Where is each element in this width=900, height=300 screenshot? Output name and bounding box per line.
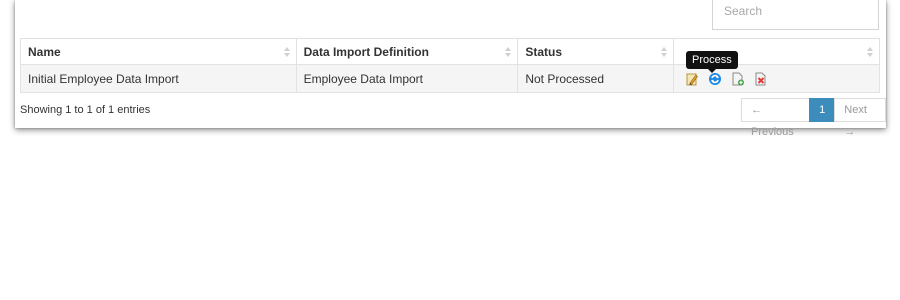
table-panel: Search Name Data Import Definition Statu… [15, 0, 886, 138]
previous-button[interactable]: ← Previous [741, 98, 811, 138]
table-row: Initial Employee Data Import Employee Da… [20, 64, 880, 93]
page-1-button[interactable]: 1 [809, 98, 836, 122]
cell-definition: Employee Data Import [295, 64, 519, 93]
column-header-status[interactable]: Status [517, 38, 675, 65]
process-icon[interactable] [708, 72, 722, 86]
search-input[interactable]: Search [712, 0, 879, 30]
import-table: Name Data Import Definition Status Initi… [20, 38, 880, 93]
column-header-name[interactable]: Name [20, 38, 297, 65]
entries-info: Showing 1 to 1 of 1 entries [20, 104, 151, 116]
sort-icon [505, 47, 512, 57]
table-header-row: Name Data Import Definition Status [20, 38, 880, 65]
pagination: ← Previous 1 Next → [741, 98, 886, 138]
add-file-icon[interactable] [731, 72, 745, 86]
edit-icon[interactable] [685, 72, 699, 86]
sort-icon [283, 47, 291, 57]
sort-icon [661, 47, 668, 57]
cell-name: Initial Employee Data Import [20, 64, 297, 93]
next-button[interactable]: Next → [834, 98, 886, 138]
cell-status: Not Processed [517, 64, 675, 93]
sort-icon [867, 47, 874, 57]
column-header-definition[interactable]: Data Import Definition [295, 38, 519, 65]
search-placeholder: Search [724, 4, 763, 18]
delete-icon[interactable] [754, 72, 768, 86]
process-tooltip: Process [686, 51, 738, 73]
